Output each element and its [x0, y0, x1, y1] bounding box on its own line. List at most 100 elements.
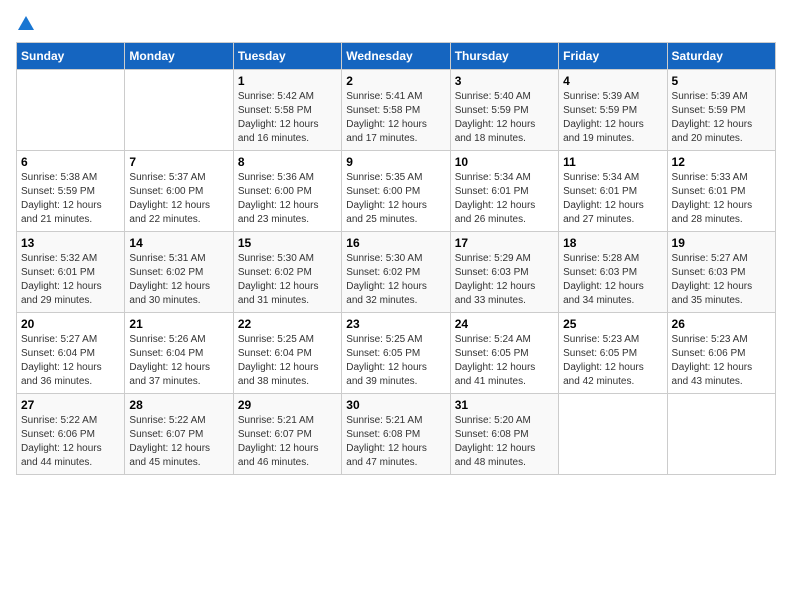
day-detail: Sunrise: 5:36 AMSunset: 6:00 PMDaylight:… — [238, 171, 337, 227]
day-number: 27 — [21, 398, 120, 412]
day-number: 9 — [346, 155, 445, 169]
day-detail: Sunrise: 5:23 AMSunset: 6:06 PMDaylight:… — [672, 333, 771, 389]
day-number: 19 — [672, 236, 771, 250]
day-detail: Sunrise: 5:31 AMSunset: 6:02 PMDaylight:… — [129, 252, 228, 308]
day-number: 25 — [563, 317, 662, 331]
day-detail: Sunrise: 5:27 AMSunset: 6:04 PMDaylight:… — [21, 333, 120, 389]
day-number: 5 — [672, 74, 771, 88]
day-number: 21 — [129, 317, 228, 331]
day-cell: 5 Sunrise: 5:39 AMSunset: 5:59 PMDaylight… — [667, 70, 775, 151]
day-cell: 8 Sunrise: 5:36 AMSunset: 6:00 PMDaylight… — [233, 151, 341, 232]
day-number: 13 — [21, 236, 120, 250]
week-row-1: 6Sunrise: 5:38 AMSunset: 5:59 PMDaylight… — [17, 151, 776, 232]
week-row-0: 1 Sunrise: 5:42 AMSunset: 5:58 PMDaylight… — [17, 70, 776, 151]
day-cell: 10 Sunrise: 5:34 AMSunset: 6:01 PMDayligh… — [450, 151, 558, 232]
day-detail: Sunrise: 5:21 AMSunset: 6:08 PMDaylight:… — [346, 414, 445, 470]
day-number: 12 — [672, 155, 771, 169]
day-cell: 30Sunrise: 5:21 AMSunset: 6:08 PMDayligh… — [342, 394, 450, 475]
day-cell: 12 Sunrise: 5:33 AMSunset: 6:01 PMDayligh… — [667, 151, 775, 232]
day-cell: 17 Sunrise: 5:29 AMSunset: 6:03 PMDayligh… — [450, 232, 558, 313]
day-detail: Sunrise: 5:33 AMSunset: 6:01 PMDaylight:… — [672, 171, 771, 227]
day-detail: Sunrise: 5:23 AMSunset: 6:05 PMDaylight:… — [563, 333, 662, 389]
day-cell: 2 Sunrise: 5:41 AMSunset: 5:58 PMDaylight… — [342, 70, 450, 151]
day-number: 17 — [455, 236, 554, 250]
day-number: 4 — [563, 74, 662, 88]
day-number: 8 — [238, 155, 337, 169]
day-detail: Sunrise: 5:34 AMSunset: 6:01 PMDaylight:… — [455, 171, 554, 227]
day-detail: Sunrise: 5:24 AMSunset: 6:05 PMDaylight:… — [455, 333, 554, 389]
day-detail: Sunrise: 5:30 AMSunset: 6:02 PMDaylight:… — [238, 252, 337, 308]
day-detail: Sunrise: 5:25 AMSunset: 6:05 PMDaylight:… — [346, 333, 445, 389]
day-cell: 6Sunrise: 5:38 AMSunset: 5:59 PMDaylight… — [17, 151, 125, 232]
day-detail: Sunrise: 5:29 AMSunset: 6:03 PMDaylight:… — [455, 252, 554, 308]
day-detail: Sunrise: 5:28 AMSunset: 6:03 PMDaylight:… — [563, 252, 662, 308]
week-row-4: 27 Sunrise: 5:22 AMSunset: 6:06 PMDayligh… — [17, 394, 776, 475]
day-detail: Sunrise: 5:35 AMSunset: 6:00 PMDaylight:… — [346, 171, 445, 227]
day-detail: Sunrise: 5:26 AMSunset: 6:04 PMDaylight:… — [129, 333, 228, 389]
day-cell: 7 Sunrise: 5:37 AMSunset: 6:00 PMDaylight… — [125, 151, 233, 232]
day-number: 1 — [238, 74, 337, 88]
col-header-wednesday: Wednesday — [342, 43, 450, 70]
day-number: 18 — [563, 236, 662, 250]
day-detail: Sunrise: 5:32 AMSunset: 6:01 PMDaylight:… — [21, 252, 120, 308]
day-cell — [559, 394, 667, 475]
day-cell: 3Sunrise: 5:40 AMSunset: 5:59 PMDaylight… — [450, 70, 558, 151]
day-cell: 31 Sunrise: 5:20 AMSunset: 6:08 PMDayligh… — [450, 394, 558, 475]
day-number: 10 — [455, 155, 554, 169]
logo-triangle-icon — [18, 16, 34, 30]
day-number: 6 — [21, 155, 120, 169]
day-cell: 16Sunrise: 5:30 AMSunset: 6:02 PMDayligh… — [342, 232, 450, 313]
day-cell: 18 Sunrise: 5:28 AMSunset: 6:03 PMDayligh… — [559, 232, 667, 313]
day-cell — [17, 70, 125, 151]
day-number: 11 — [563, 155, 662, 169]
logo — [16, 16, 34, 32]
col-header-monday: Monday — [125, 43, 233, 70]
day-cell: 13 Sunrise: 5:32 AMSunset: 6:01 PMDayligh… — [17, 232, 125, 313]
day-number: 31 — [455, 398, 554, 412]
day-cell: 29Sunrise: 5:21 AMSunset: 6:07 PMDayligh… — [233, 394, 341, 475]
day-number: 28 — [129, 398, 228, 412]
day-number: 22 — [238, 317, 337, 331]
day-cell: 14 Sunrise: 5:31 AMSunset: 6:02 PMDayligh… — [125, 232, 233, 313]
day-detail: Sunrise: 5:30 AMSunset: 6:02 PMDaylight:… — [346, 252, 445, 308]
day-detail: Sunrise: 5:37 AMSunset: 6:00 PMDaylight:… — [129, 171, 228, 227]
day-cell: 23 Sunrise: 5:25 AMSunset: 6:05 PMDayligh… — [342, 313, 450, 394]
day-number: 20 — [21, 317, 120, 331]
day-cell: 4Sunrise: 5:39 AMSunset: 5:59 PMDaylight… — [559, 70, 667, 151]
day-number: 23 — [346, 317, 445, 331]
day-detail: Sunrise: 5:20 AMSunset: 6:08 PMDaylight:… — [455, 414, 554, 470]
day-number: 15 — [238, 236, 337, 250]
day-detail: Sunrise: 5:22 AMSunset: 6:06 PMDaylight:… — [21, 414, 120, 470]
day-cell: 20 Sunrise: 5:27 AMSunset: 6:04 PMDayligh… — [17, 313, 125, 394]
day-detail: Sunrise: 5:40 AMSunset: 5:59 PMDaylight:… — [455, 90, 554, 146]
day-number: 7 — [129, 155, 228, 169]
col-header-saturday: Saturday — [667, 43, 775, 70]
day-detail: Sunrise: 5:41 AMSunset: 5:58 PMDaylight:… — [346, 90, 445, 146]
day-number: 2 — [346, 74, 445, 88]
day-cell: 24Sunrise: 5:24 AMSunset: 6:05 PMDayligh… — [450, 313, 558, 394]
day-cell: 1 Sunrise: 5:42 AMSunset: 5:58 PMDaylight… — [233, 70, 341, 151]
day-detail: Sunrise: 5:27 AMSunset: 6:03 PMDaylight:… — [672, 252, 771, 308]
col-header-tuesday: Tuesday — [233, 43, 341, 70]
day-number: 14 — [129, 236, 228, 250]
day-cell: 11 Sunrise: 5:34 AMSunset: 6:01 PMDayligh… — [559, 151, 667, 232]
page-header — [16, 16, 776, 32]
day-cell — [667, 394, 775, 475]
day-number: 26 — [672, 317, 771, 331]
day-cell — [125, 70, 233, 151]
day-detail: Sunrise: 5:42 AMSunset: 5:58 PMDaylight:… — [238, 90, 337, 146]
day-cell: 22 Sunrise: 5:25 AMSunset: 6:04 PMDayligh… — [233, 313, 341, 394]
day-detail: Sunrise: 5:22 AMSunset: 6:07 PMDaylight:… — [129, 414, 228, 470]
day-number: 29 — [238, 398, 337, 412]
day-cell: 15 Sunrise: 5:30 AMSunset: 6:02 PMDayligh… — [233, 232, 341, 313]
week-row-2: 13 Sunrise: 5:32 AMSunset: 6:01 PMDayligh… — [17, 232, 776, 313]
day-cell: 9 Sunrise: 5:35 AMSunset: 6:00 PMDaylight… — [342, 151, 450, 232]
day-detail: Sunrise: 5:25 AMSunset: 6:04 PMDaylight:… — [238, 333, 337, 389]
day-detail: Sunrise: 5:39 AMSunset: 5:59 PMDaylight:… — [672, 90, 771, 146]
col-header-friday: Friday — [559, 43, 667, 70]
day-detail: Sunrise: 5:34 AMSunset: 6:01 PMDaylight:… — [563, 171, 662, 227]
day-cell: 27 Sunrise: 5:22 AMSunset: 6:06 PMDayligh… — [17, 394, 125, 475]
day-cell: 19 Sunrise: 5:27 AMSunset: 6:03 PMDayligh… — [667, 232, 775, 313]
calendar-table: SundayMondayTuesdayWednesdayThursdayFrid… — [16, 42, 776, 475]
week-row-3: 20 Sunrise: 5:27 AMSunset: 6:04 PMDayligh… — [17, 313, 776, 394]
